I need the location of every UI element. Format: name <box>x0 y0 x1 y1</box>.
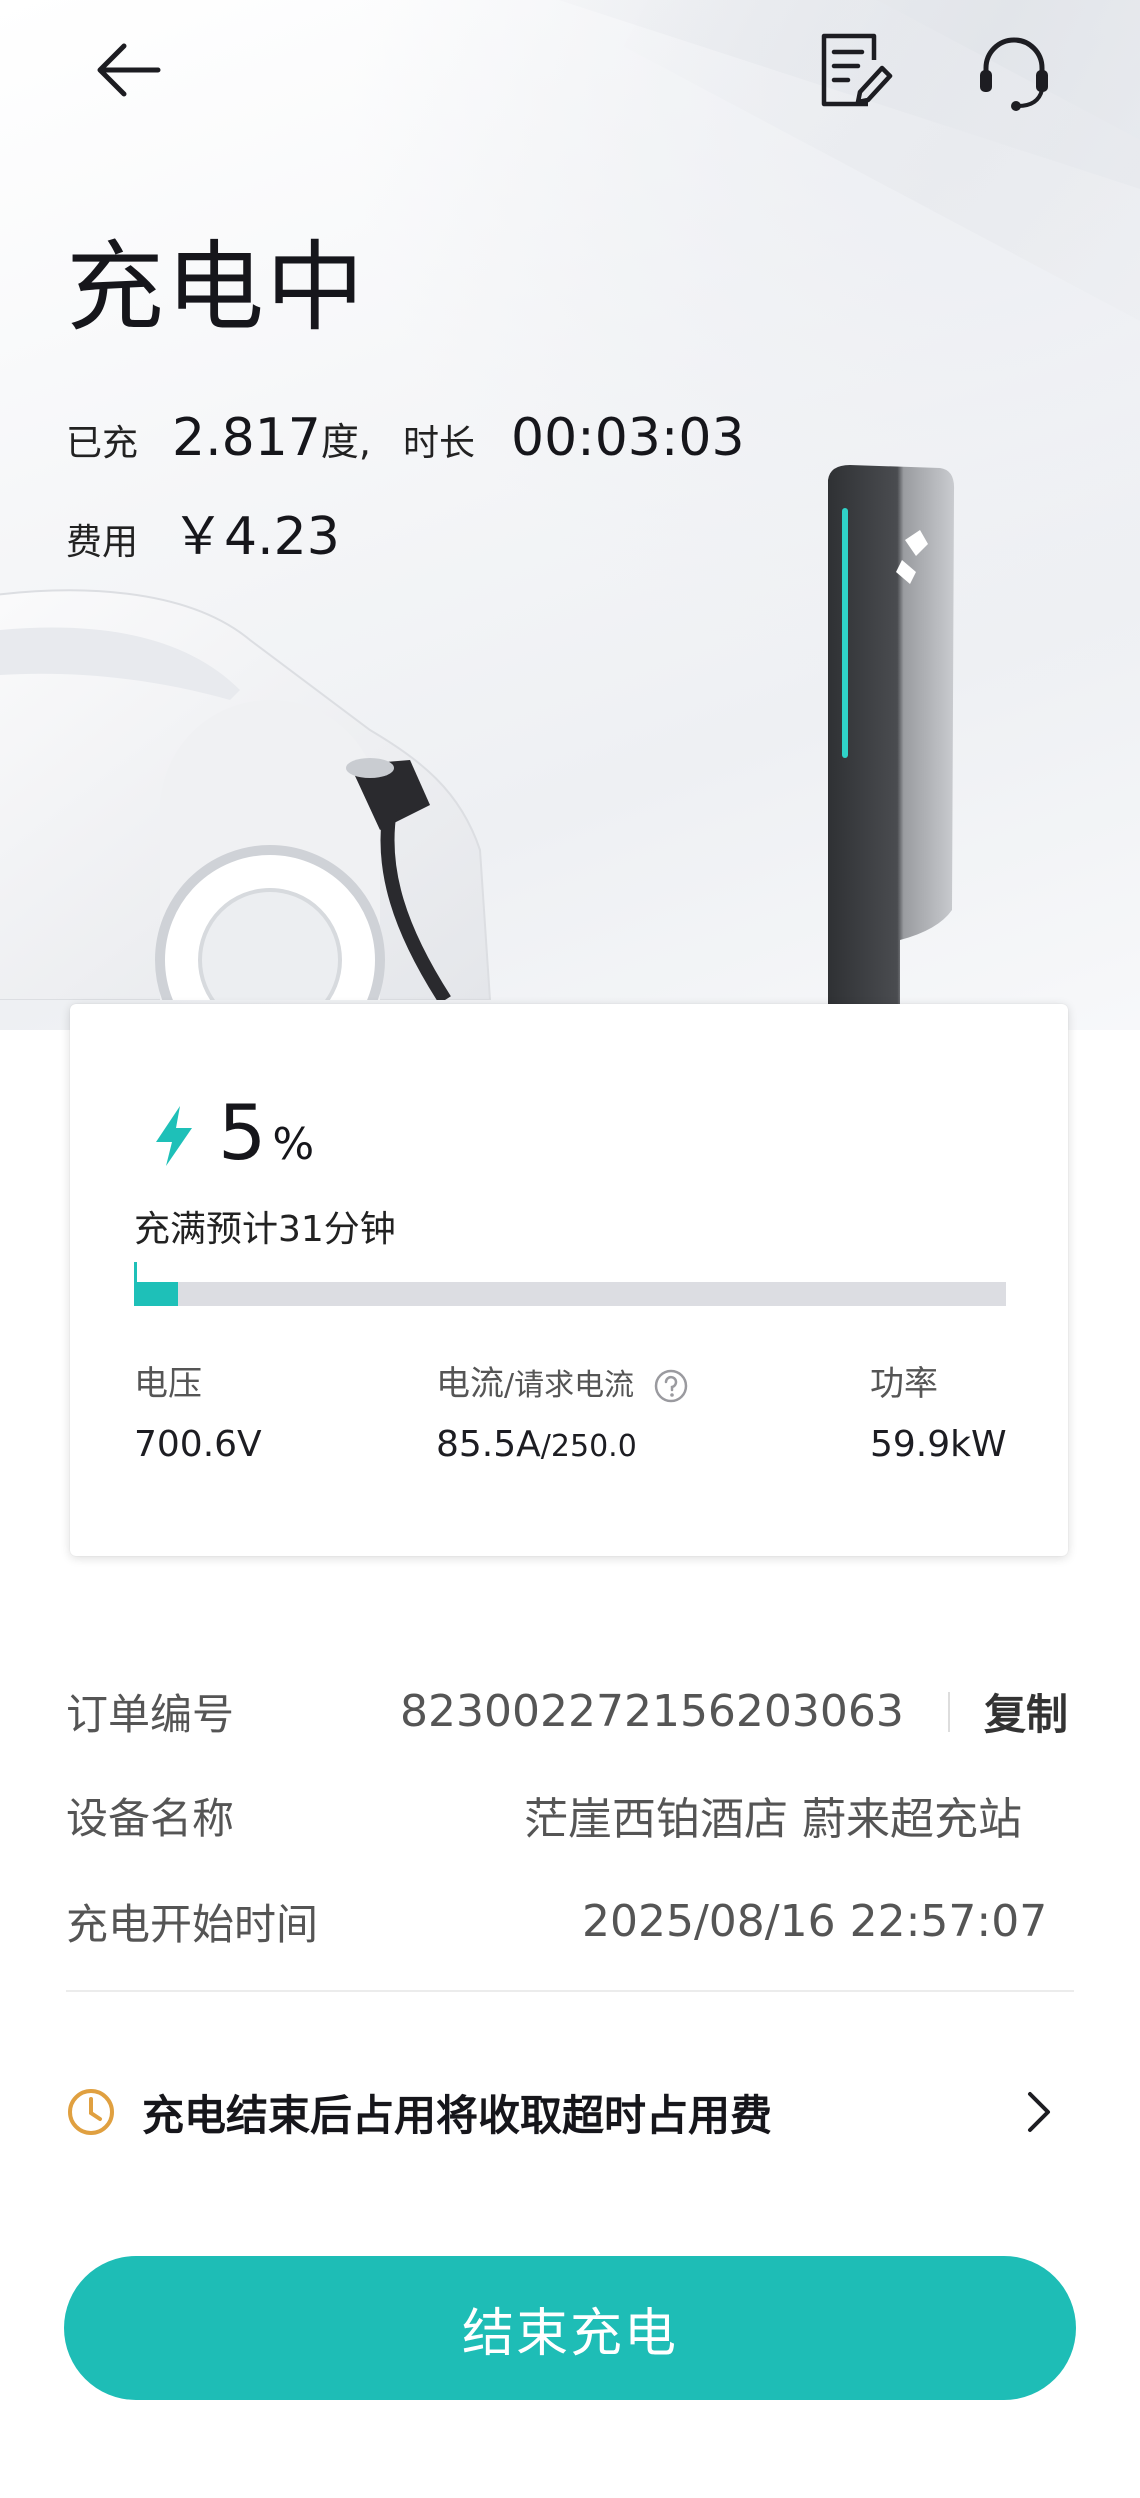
requested-current-value: /250.0 <box>540 1429 637 1464</box>
charging-status-card: 5 % 充满预计31分钟 电压 700.6V 电流/请求电流 85.5A/250… <box>70 1004 1068 1556</box>
current-label: 电流 <box>436 1364 504 1404</box>
cost-value: ￥4.23 <box>172 507 340 567</box>
question-circle-icon <box>654 1369 688 1402</box>
overtime-fee-notice-text: 充电结束后占用将收取超时占用费 <box>142 2090 773 2140</box>
start-time-label: 充电开始时间 <box>66 1899 319 1949</box>
battery-percent: 5 % <box>218 1088 314 1177</box>
back-button[interactable] <box>78 20 178 120</box>
order-number-value: 823002272156203063 <box>400 1685 904 1737</box>
overtime-fee-notice[interactable]: 充电结束后占用将收取超时占用费 <box>66 2072 1074 2152</box>
charge-progress-marker <box>134 1262 137 1286</box>
car-illustration <box>0 589 492 1000</box>
battery-percent-value: 5 <box>218 1088 267 1177</box>
document-edit-icon <box>821 33 893 107</box>
copy-order-number-button[interactable]: 复制 <box>984 1681 1068 1742</box>
cost-row: 费用 ￥4.23 <box>66 494 340 569</box>
duration-label: 时长 <box>402 423 475 464</box>
charge-progress-bar <box>134 1262 1006 1306</box>
full-charge-eta: 充满预计31分钟 <box>134 1209 396 1250</box>
charge-progress-fill <box>134 1282 178 1306</box>
order-number-label: 订单编号 <box>66 1689 235 1739</box>
lightning-bolt-icon <box>156 1106 192 1166</box>
charged-energy-unit: 度, <box>320 420 371 464</box>
device-name-label: 设备名称 <box>66 1793 235 1843</box>
voltage-label: 电压 <box>134 1364 202 1404</box>
current-value-group: 85.5A/250.0 <box>436 1424 637 1465</box>
cost-label: 费用 <box>66 522 139 563</box>
back-arrow-icon <box>97 43 161 97</box>
chevron-right-icon <box>1028 2092 1050 2132</box>
section-divider <box>66 1990 1074 1992</box>
headset-icon <box>980 37 1048 111</box>
device-name-row: 设备名称 茫崖西铂酒店 蔚来超充站 <box>66 1780 1074 1850</box>
voltage-value: 700.6V <box>134 1424 262 1465</box>
order-detail-button[interactable] <box>808 22 904 118</box>
current-label-group: 电流/请求电流 <box>436 1356 689 1405</box>
charged-energy-value: 2.817 <box>172 408 321 468</box>
power-label: 功率 <box>870 1364 938 1404</box>
divider <box>948 1692 950 1732</box>
power-value: 59.9kW <box>870 1424 1007 1465</box>
current-value: 85.5A <box>436 1424 541 1465</box>
order-number-row: 订单编号 823002272156203063 复制 <box>66 1676 1074 1746</box>
clock-icon <box>68 2089 114 2135</box>
end-charging-button[interactable]: 结束充电 <box>64 2256 1076 2400</box>
requested-current-label: /请求电流 <box>504 1368 635 1403</box>
start-time-row: 充电开始时间 2025/08/16 22:57:07 <box>66 1886 1074 1956</box>
device-name-value: 茫崖西铂酒店 蔚来超充站 <box>524 1794 1022 1845</box>
duration-value: 00:03:03 <box>511 408 745 468</box>
start-time-value: 2025/08/16 22:57:07 <box>582 1895 1048 1947</box>
current-help-button[interactable] <box>653 1368 689 1404</box>
battery-percent-unit: % <box>272 1119 315 1170</box>
charged-label: 已充 <box>66 423 139 464</box>
charge-summary-row: 已充 2.817 度, 时长 00:03:03 <box>66 408 745 468</box>
page-title: 充电中 <box>66 231 367 345</box>
customer-support-button[interactable] <box>964 22 1064 122</box>
charger-pillar-illustration <box>828 465 955 1020</box>
